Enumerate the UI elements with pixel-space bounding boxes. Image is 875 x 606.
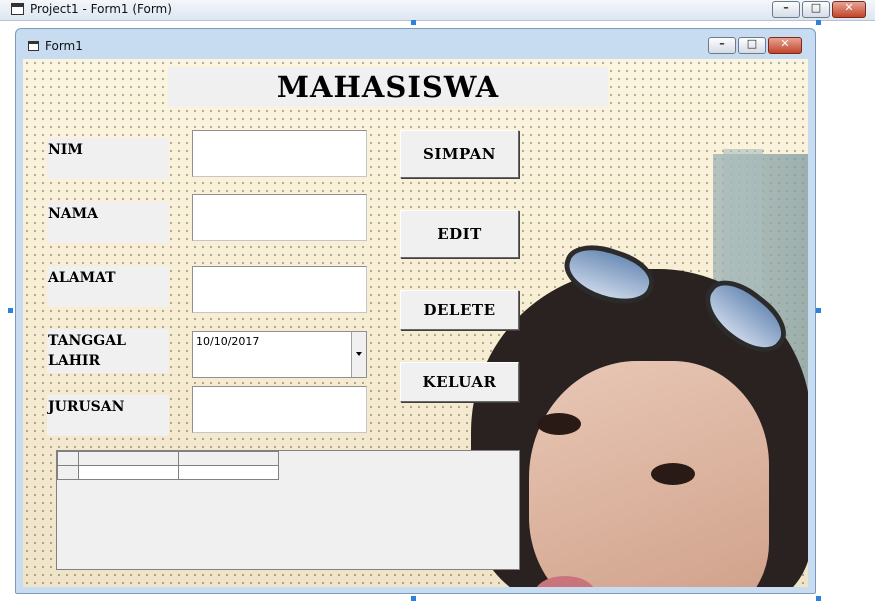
resize-handle-top[interactable] — [411, 20, 416, 25]
resize-handle-bottom[interactable] — [411, 596, 416, 601]
tanggal-lahir-value: 10/10/2017 — [196, 335, 260, 348]
maximize-icon: □ — [746, 37, 758, 50]
table-row — [57, 465, 279, 480]
designer-title: Project1 - Form1 (Form) — [30, 2, 172, 16]
grid-corner-cell — [57, 451, 79, 466]
jurusan-input[interactable] — [192, 386, 367, 433]
dropdown-arrow-icon — [356, 352, 362, 356]
minimize-icon: – — [783, 1, 789, 14]
jurusan-label: JURUSAN — [47, 395, 169, 436]
maximize-icon: □ — [810, 1, 822, 14]
dropdown-button[interactable] — [351, 332, 366, 377]
form-title: Form1 — [45, 39, 83, 53]
nim-label: NIM — [47, 138, 169, 179]
tanggal-lahir-label-line2: LAHIR — [48, 353, 101, 369]
resize-handle-top-right[interactable] — [816, 20, 821, 25]
simpan-button[interactable]: SIMPAN — [400, 130, 519, 178]
designer-title-bar: Project1 - Form1 (Form) – □ ✕ — [0, 0, 875, 21]
grid-table — [57, 451, 279, 480]
resize-handle-bottom-right[interactable] — [816, 596, 821, 601]
nim-input[interactable] — [192, 130, 367, 177]
minimize-icon: – — [719, 37, 725, 50]
edit-button[interactable]: EDIT — [400, 210, 519, 258]
form-title-bar: Form1 – □ ✕ — [16, 29, 815, 59]
nama-input[interactable] — [192, 194, 367, 241]
grid-cell[interactable] — [78, 465, 179, 480]
form-client-area: MAHASISWA NIM NAMA ALAMAT TANGGAL LAHIR … — [23, 59, 808, 587]
close-icon: ✕ — [844, 1, 854, 14]
form-minimize-button[interactable]: – — [708, 37, 736, 54]
tanggal-lahir-label: TANGGAL LAHIR — [47, 329, 169, 373]
data-grid[interactable] — [56, 450, 520, 570]
form-close-button[interactable]: ✕ — [768, 37, 802, 54]
alamat-input[interactable] — [192, 266, 367, 313]
resize-handle-right[interactable] — [816, 308, 821, 313]
close-icon: ✕ — [780, 37, 790, 50]
window-icon — [28, 41, 39, 51]
alamat-label: ALAMAT — [47, 266, 169, 307]
form-maximize-button[interactable]: □ — [738, 37, 766, 54]
close-button[interactable]: ✕ — [832, 1, 866, 18]
grid-header-cell[interactable] — [178, 451, 279, 466]
grid-header-row — [57, 451, 279, 466]
minimize-button[interactable]: – — [772, 1, 800, 18]
window-icon — [11, 3, 24, 15]
form-window: Form1 – □ ✕ MAHASISWA NIM NAMA ALAMAT TA… — [15, 28, 816, 594]
maximize-button[interactable]: □ — [802, 1, 830, 18]
grid-header-cell[interactable] — [78, 451, 179, 466]
page-title: MAHASISWA — [168, 67, 608, 107]
tanggal-lahir-combo[interactable]: 10/10/2017 — [192, 331, 367, 378]
grid-row-header-cell[interactable] — [57, 465, 79, 480]
keluar-button[interactable]: KELUAR — [400, 362, 519, 402]
resize-handle-left[interactable] — [8, 308, 13, 313]
nama-label: NAMA — [47, 202, 169, 243]
delete-button[interactable]: DELETE — [400, 290, 519, 330]
tanggal-lahir-label-line1: TANGGAL — [48, 333, 126, 349]
grid-cell[interactable] — [178, 465, 279, 480]
